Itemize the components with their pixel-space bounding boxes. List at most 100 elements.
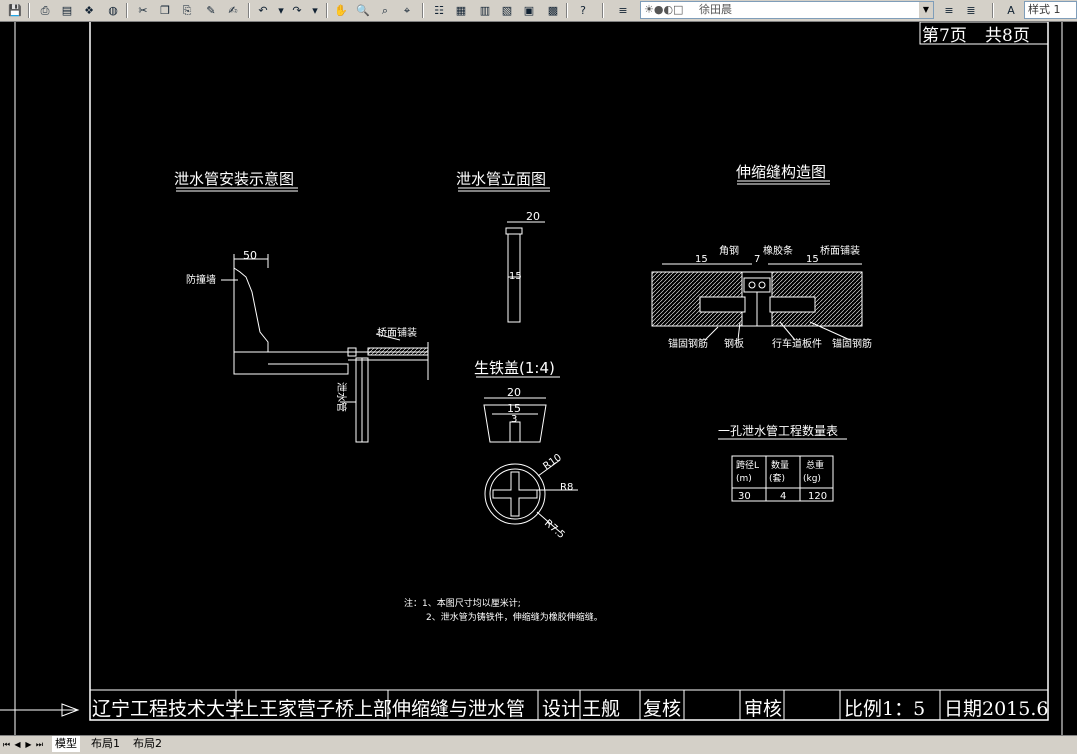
cover-inner-ring [489, 468, 541, 520]
cut-icon[interactable]: ✂ [134, 2, 152, 19]
label-barrier-wall: 防撞墙 [186, 273, 216, 286]
table-cell-weight: 120 [808, 491, 827, 502]
tab-layout1[interactable]: 布局1 [88, 736, 123, 752]
layer-manager-icon[interactable]: ≡ [614, 2, 632, 19]
left-angle-steel [699, 296, 746, 313]
layer-previous-icon[interactable]: ≣ [962, 2, 980, 19]
date: 日期2015.6 [944, 698, 1048, 720]
text-style-dropdown[interactable]: 样式 1 [1024, 1, 1077, 19]
block-editor-icon[interactable]: ✍ [224, 2, 242, 19]
toolbar-separator [248, 3, 250, 18]
scale: 比例1：5 [844, 698, 925, 720]
calculator-icon[interactable]: ▩ [544, 2, 562, 19]
table-cell-span: 30 [738, 491, 751, 502]
text-style-icon[interactable]: A [1002, 2, 1020, 19]
joint-drawing [651, 263, 863, 341]
label-deck-slab: 行车道板件 [772, 337, 822, 350]
label-steel-plate: 钢板 [724, 337, 744, 350]
first-tab-icon[interactable]: ⏮ [1, 738, 12, 751]
elevation-dim-20: 20 [526, 210, 540, 223]
table-header-weight: 总重 [806, 459, 824, 471]
standard-toolbar: 💾 ⎙ ▤ ❖ ◍ ✂ ❐ ⎘ ✎ ✍ ↶ ▾ ↷ ▾ ✋ 🔍 ⌕ ⌖ ☷ ▦ … [0, 0, 1077, 22]
label-joint-paving: 桥面铺装 [820, 244, 860, 257]
tab-model[interactable]: 模型 [52, 736, 80, 752]
note-1: 注：1、本图尺寸均以厘米计; [404, 597, 521, 609]
table-cell-count: 4 [780, 491, 786, 502]
markup-icon[interactable]: ▣ [520, 2, 538, 19]
cover-drawing [483, 397, 578, 533]
properties-icon[interactable]: ☷ [430, 2, 448, 19]
label-anchor-right: 锚固钢筋 [832, 337, 872, 350]
joint-dim-7: 7 [754, 254, 760, 265]
make-layer-current-icon[interactable]: ≡ [940, 2, 958, 19]
approve-label: 审核 [744, 698, 782, 720]
toolbar-separator [566, 3, 568, 18]
table-header-weight-unit: (kg) [803, 474, 821, 484]
next-tab-icon[interactable]: ▶ [23, 738, 34, 751]
label-drain-pipe: 泄水管 [335, 382, 348, 412]
label-paving: 桥面铺装 [377, 326, 417, 339]
print-icon[interactable]: ⎙ [36, 2, 54, 19]
toolbar-separator [326, 3, 328, 18]
cover-hub [509, 421, 521, 443]
pan-icon[interactable]: ✋ [332, 2, 350, 19]
deck-edge [233, 352, 349, 375]
joint-title: 伸缩缝构造图 [736, 163, 826, 181]
toolbar-separator [422, 3, 424, 18]
table-header-count: 数量 [771, 459, 789, 471]
publish-icon[interactable]: ❖ [80, 2, 98, 19]
design-center-icon[interactable]: ▦ [452, 2, 470, 19]
copy-icon[interactable]: ❐ [156, 2, 174, 19]
match-properties-icon[interactable]: ✎ [202, 2, 220, 19]
table-header-span-unit: (m) [736, 474, 752, 484]
toolbar-separator [28, 3, 30, 18]
design-label: 设计 [542, 698, 580, 720]
pipe-flange [505, 227, 523, 235]
cover-cross [492, 471, 538, 517]
install-drawing [221, 254, 429, 443]
zoom-previous-icon[interactable]: ⌖ [398, 2, 416, 19]
paste-icon[interactable]: ⎘ [178, 2, 196, 19]
globe-icon[interactable]: ◍ [104, 2, 122, 19]
chevron-down-icon[interactable]: ▼ [919, 2, 933, 18]
tab-layout2[interactable]: 布局2 [130, 736, 165, 752]
toolbar-separator [602, 3, 604, 18]
barrier-wall [233, 267, 269, 353]
table-title: 一孔泄水管工程数量表 [718, 423, 838, 438]
save-icon[interactable]: 💾 [6, 2, 24, 19]
layer-name: 徐田晨 [699, 3, 732, 16]
cover-title: 生铁盖(1:4) [474, 359, 555, 377]
help-icon[interactable]: ? [574, 2, 592, 19]
tool-palettes-icon[interactable]: ▥ [476, 2, 494, 19]
layout-tab-bar: ⏮ ◀ ▶ ⏭ 模型 布局1 布局2 [0, 735, 1077, 754]
drawing-canvas[interactable]: 第7页 共8页 泄水管安装示意图 50 防撞墙 桥面铺装 泄水管 泄水管立面图 [0, 22, 1077, 735]
label-angle-steel: 角钢 [719, 244, 739, 257]
zoom-realtime-icon[interactable]: 🔍 [354, 2, 372, 19]
undo-icon[interactable]: ↶ [254, 2, 272, 19]
redo-icon[interactable]: ↷ [288, 2, 306, 19]
prev-tab-icon[interactable]: ◀ [12, 738, 23, 751]
zoom-window-icon[interactable]: ⌕ [376, 2, 394, 19]
label-r10: R10 [541, 452, 563, 472]
elevation-dim-15: 15 [509, 271, 522, 282]
rubber-seal [743, 277, 771, 293]
page-number: 第7页 [922, 26, 967, 46]
right-angle-steel [769, 296, 816, 313]
cover-dim-20: 20 [507, 386, 521, 399]
note-2: 2、泄水管为铸铁件，伸缩缝为橡胶伸缩缝。 [426, 611, 603, 623]
dim-50: 50 [243, 249, 257, 262]
install-title: 泄水管安装示意图 [174, 170, 294, 188]
redo-dropdown-icon[interactable]: ▾ [306, 2, 324, 19]
table-header-span: 跨径L [736, 459, 759, 471]
print-preview-icon[interactable]: ▤ [58, 2, 76, 19]
sheet-set-icon[interactable]: ▧ [498, 2, 516, 19]
drawing-name: 伸缩缝与泄水管 [392, 698, 525, 720]
review-label: 复核 [643, 698, 681, 720]
last-tab-icon[interactable]: ⏭ [34, 738, 45, 751]
elevation-title: 泄水管立面图 [456, 170, 546, 188]
cover-outer-ring [484, 463, 546, 525]
layer-dropdown[interactable]: ☀●◐□ 徐田晨 ▼ [640, 1, 934, 19]
layer-state-icons: ☀●◐□ [644, 3, 684, 16]
page-total: 共8页 [985, 26, 1030, 46]
toolbar-separator [126, 3, 128, 18]
